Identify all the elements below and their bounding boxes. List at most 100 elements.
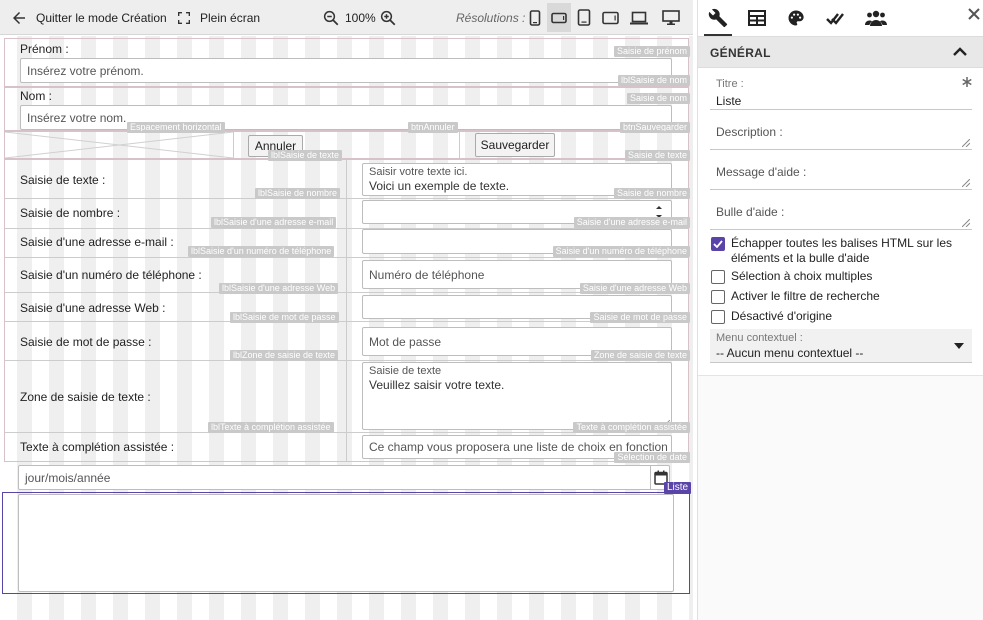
tablet-landscape-icon: [601, 11, 619, 24]
tag-saisie-prenom: Saisie de prénom: [613, 46, 690, 57]
zoom-in-icon: [380, 10, 396, 25]
tab-permissions[interactable]: [864, 6, 888, 30]
number-input-label: Saisie de nombre :: [20, 206, 121, 220]
dropdown-arrow-icon: [954, 343, 964, 349]
tag-zone: Zone de saisie de texte: [590, 350, 690, 361]
help-message-label: Message d'aide :: [716, 165, 807, 179]
grid-row-divider: [5, 257, 688, 258]
nom-label: Nom :: [20, 89, 53, 103]
context-menu-value: -- Aucun menu contextuel --: [716, 346, 864, 360]
double-check-icon: [826, 13, 844, 25]
title-field-label: Titre :: [716, 78, 744, 90]
properties-panel: GÉNÉRAL Titre : Liste Description : Mess…: [697, 0, 983, 620]
laptop-button[interactable]: [627, 3, 651, 32]
tag-selection-date: Sélection de date: [614, 452, 690, 463]
checkbox-icon: [711, 310, 725, 324]
grid-row-divider: [5, 321, 688, 322]
textarea-input[interactable]: Saisie de texte Veuillez saisir votre te…: [362, 362, 672, 430]
palette-icon: [788, 10, 804, 26]
autocomplete-label: Texte à complétion assistée :: [20, 440, 175, 454]
designer-toolbar: Quitter le mode Création Plein écran 100…: [0, 0, 693, 35]
phone-landscape-icon: [551, 12, 567, 23]
web-input-label: Saisie d'une adresse Web :: [20, 301, 166, 315]
tab-style[interactable]: [784, 6, 808, 30]
disabled-checkbox[interactable]: Désactivé d'origine: [711, 309, 832, 324]
tablet-portrait-button[interactable]: [572, 3, 596, 32]
zoom-out-button[interactable]: [322, 0, 340, 35]
textarea-stacked-label: Saisie de texte: [369, 365, 442, 377]
search-filter-checkbox[interactable]: Activer le filtre de recherche: [711, 289, 880, 304]
tab-general[interactable]: [706, 6, 730, 30]
laptop-icon: [630, 11, 648, 24]
text-input-label: Saisie de texte :: [20, 173, 106, 187]
password-input-label: Saisie de mot de passe :: [20, 335, 152, 349]
close-panel-button[interactable]: [964, 2, 983, 26]
tab-table[interactable]: [745, 6, 769, 30]
help-message-field[interactable]: Message d'aide :: [710, 154, 972, 190]
checkbox-checked-icon: [711, 237, 725, 251]
tablet-landscape-button[interactable]: [598, 3, 622, 32]
quit-design-button[interactable]: Quitter le mode Création: [10, 0, 167, 35]
divider: [233, 132, 234, 158]
email-input-label: Saisie d'une adresse e-mail :: [20, 235, 174, 249]
desktop-button[interactable]: [659, 3, 683, 32]
phone-portrait-button[interactable]: [523, 3, 547, 32]
checkbox-icon: [711, 290, 725, 304]
title-field[interactable]: Titre : Liste: [710, 76, 972, 110]
tooltip-field[interactable]: Bulle d'aide :: [710, 194, 972, 230]
general-section-body: Titre : Liste Description : Message d'ai…: [698, 68, 983, 376]
tag-saisie-web: Saisie d'une adresse Web: [579, 283, 690, 294]
prenom-label: Prénom :: [20, 42, 69, 56]
date-input[interactable]: jour/mois/année: [18, 465, 670, 490]
tag-completion: Texte à complétion assistée: [573, 422, 690, 433]
required-asterisk-icon: [962, 77, 972, 87]
close-icon: [968, 8, 980, 20]
tab-validation[interactable]: [823, 6, 847, 30]
tablet-portrait-icon: [577, 9, 591, 26]
resolutions-label-wrap: Résolutions :: [456, 0, 525, 35]
description-field-label: Description :: [716, 125, 783, 139]
multi-select-label: Sélection à choix multiples: [731, 269, 873, 283]
zoom-value: 100%: [345, 10, 376, 25]
horizontal-spacer-icon: [5, 132, 233, 158]
fullscreen-icon: [178, 11, 190, 24]
escape-html-checkbox[interactable]: Échapper toutes les balises HTML sur les…: [711, 236, 973, 266]
tag-saisie-nom: Saisie de nom: [626, 93, 690, 104]
tag-saisie-email: Saisie d'une adresse e-mail: [573, 217, 690, 228]
zoom-out-icon: [323, 10, 339, 25]
properties-tabs: [698, 0, 983, 36]
design-canvas[interactable]: Prénom : Saisie de prénom Insérez votre …: [0, 36, 693, 620]
resize-handle-icon[interactable]: [962, 219, 970, 227]
grid-column-divider: [346, 160, 347, 461]
tag-lbl-completion: lblTexte à complétion assistée: [208, 422, 334, 433]
text-input-stacked-label: Saisir votre texte ici.: [369, 166, 468, 178]
users-icon: [865, 10, 887, 26]
disabled-label: Désactivé d'origine: [731, 309, 833, 323]
tag-lbl-saisie-nom: lblSaisie de nom: [617, 75, 690, 86]
tag-lbl-zone: lblZone de saisie de texte: [230, 350, 339, 361]
desktop-icon: [662, 9, 680, 25]
multi-select-checkbox[interactable]: Sélection à choix multiples: [711, 269, 872, 284]
checkbox-icon: [711, 270, 725, 284]
prenom-input[interactable]: Insérez votre prénom.: [20, 58, 672, 83]
save-button[interactable]: Sauvegarder: [475, 133, 555, 157]
zoom-in-button[interactable]: [379, 0, 397, 35]
textarea-label: Zone de saisie de texte :: [20, 390, 151, 404]
resize-handle-icon[interactable]: [962, 139, 970, 147]
tag-lbl-saisie-tel: lblSaisie d'un numéro de téléphone: [188, 246, 335, 257]
tooltip-field-label: Bulle d'aide :: [716, 205, 785, 219]
phone-portrait-icon: [529, 9, 541, 26]
description-field[interactable]: Description :: [710, 114, 972, 150]
context-menu-select[interactable]: Menu contextuel : -- Aucun menu contextu…: [710, 329, 972, 363]
phone-landscape-button[interactable]: [547, 3, 571, 32]
wrench-icon: [708, 8, 728, 28]
resize-handle-icon[interactable]: [962, 179, 970, 187]
nom-input[interactable]: Insérez votre nom.: [20, 105, 672, 130]
fullscreen-label: Plein écran: [200, 10, 261, 25]
fullscreen-button[interactable]: Plein écran: [176, 0, 260, 35]
grid-row-divider: [5, 198, 688, 199]
zoom-level: 100%: [345, 0, 376, 35]
textarea-value: Veuillez saisir votre texte.: [369, 378, 505, 392]
list-box[interactable]: [18, 494, 674, 592]
general-section-header[interactable]: GÉNÉRAL: [698, 36, 983, 68]
